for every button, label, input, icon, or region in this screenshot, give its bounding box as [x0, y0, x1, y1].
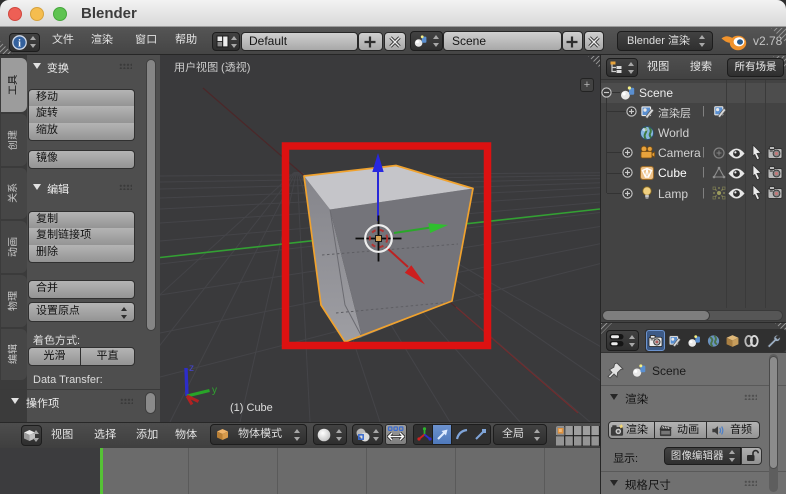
svg-text:i: i: [18, 38, 21, 49]
svg-text:z: z: [189, 363, 194, 374]
svg-text:y: y: [212, 385, 217, 396]
